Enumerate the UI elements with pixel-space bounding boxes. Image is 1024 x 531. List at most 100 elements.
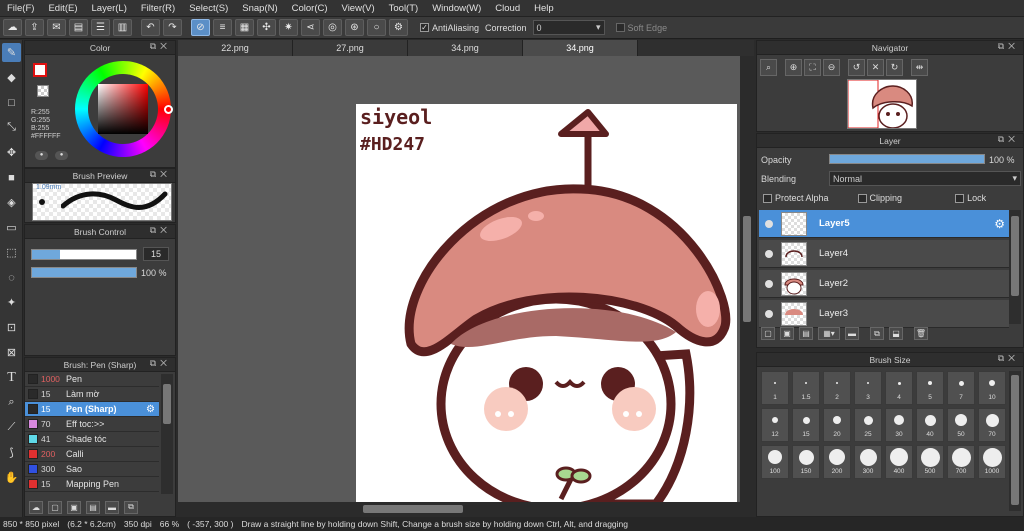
layer-row[interactable]: Layer2 bbox=[759, 270, 1009, 298]
brush-size-preset[interactable]: 400 bbox=[885, 445, 913, 479]
brush-list-item[interactable]: 15 Pen (Sharp) ⚙ bbox=[25, 402, 159, 417]
navigator-thumbnail[interactable] bbox=[847, 79, 917, 129]
brush-size-preset[interactable]: 150 bbox=[792, 445, 820, 479]
lasso-tool-icon[interactable]: ◌ bbox=[2, 268, 21, 287]
background-color-swatch[interactable] bbox=[37, 85, 49, 97]
panel-float-close-icon[interactable]: ⧉✕ bbox=[998, 41, 1019, 52]
visibility-eye-icon[interactable] bbox=[765, 279, 773, 288]
snap-cross-icon[interactable]: ✣ bbox=[257, 19, 276, 36]
brush-list-item[interactable]: 41 Shade tóc bbox=[25, 432, 159, 447]
menu-item-viewv[interactable]: View(V) bbox=[335, 0, 382, 17]
canvas-horizontal-scrollbar[interactable] bbox=[178, 502, 740, 516]
clipping-checkbox[interactable] bbox=[857, 193, 867, 203]
brush-size-preset[interactable]: 1.5 bbox=[792, 371, 820, 405]
menu-item-windoww[interactable]: Window(W) bbox=[425, 0, 488, 17]
brush-tool-icon[interactable]: ✎ bbox=[2, 43, 21, 62]
move-tool-icon[interactable]: ✥ bbox=[2, 143, 21, 162]
protect-alpha-checkbox[interactable] bbox=[763, 193, 772, 203]
object-tool-icon[interactable]: ⤡ bbox=[2, 118, 21, 137]
tab-2[interactable]: 27.png bbox=[293, 40, 408, 56]
new-halftone-layer-icon[interactable]: ▣ bbox=[780, 327, 794, 340]
snap-off-icon[interactable]: ⊘ bbox=[191, 19, 210, 36]
gradient-tool-icon[interactable]: ▭ bbox=[2, 218, 21, 237]
rotate-right-icon[interactable]: ↻ bbox=[886, 58, 903, 76]
brush-opacity-slider[interactable] bbox=[31, 267, 137, 278]
panel-float-close-icon[interactable]: ⧉✕ bbox=[150, 358, 171, 369]
brush-size-preset[interactable]: 500 bbox=[916, 445, 944, 479]
brush-size-preset[interactable]: 10 bbox=[978, 371, 1006, 405]
export-icon[interactable]: ⇪ bbox=[25, 19, 44, 36]
panel-float-close-icon[interactable]: ⧉✕ bbox=[998, 134, 1019, 145]
cloud-icon[interactable]: ☁ bbox=[3, 19, 22, 36]
divide-tool-icon[interactable]: ⟋ bbox=[2, 418, 21, 437]
zoom-out-icon[interactable]: ⊖ bbox=[823, 58, 840, 76]
select-pen-icon[interactable]: ⊡ bbox=[2, 318, 21, 337]
blending-select[interactable]: Normal ▾ bbox=[829, 171, 1021, 186]
reset-view-icon[interactable]: ✕ bbox=[867, 58, 884, 76]
layer-row[interactable]: Layer3 bbox=[759, 300, 1009, 328]
snap-radial-icon[interactable]: ✷ bbox=[279, 19, 298, 36]
snap-curve-icon[interactable]: ⊛ bbox=[345, 19, 364, 36]
brush-size-preset[interactable]: 20 bbox=[823, 408, 851, 442]
brush-size-preset[interactable]: 12 bbox=[761, 408, 789, 442]
brush-size-preset[interactable]: 25 bbox=[854, 408, 882, 442]
brush-size-preset[interactable]: 300 bbox=[854, 445, 882, 479]
new-brush-icon[interactable]: ▢ bbox=[48, 500, 62, 514]
panel-float-close-icon[interactable]: ⧉✕ bbox=[998, 353, 1019, 364]
gear-icon[interactable]: ⚙ bbox=[994, 217, 1005, 231]
zoom-in-icon[interactable]: ⊕ bbox=[785, 58, 802, 76]
brush-list-item[interactable]: 200 Calli bbox=[25, 447, 159, 462]
tab-4[interactable]: 34.png bbox=[523, 40, 638, 56]
brush-list-item[interactable]: 300 Sao bbox=[25, 462, 159, 477]
antialiasing-checkbox[interactable]: ✓ bbox=[420, 23, 429, 32]
page-icon[interactable]: ▥ bbox=[113, 19, 132, 36]
brush-size-preset[interactable]: 200 bbox=[823, 445, 851, 479]
flip-icon[interactable]: ⇹ bbox=[911, 58, 928, 76]
menu-item-cloud[interactable]: Cloud bbox=[488, 0, 527, 17]
correction-select[interactable]: 0 ▾ bbox=[532, 20, 605, 35]
menu-item-edite[interactable]: Edit(E) bbox=[41, 0, 84, 17]
brush-size-preset[interactable]: 700 bbox=[947, 445, 975, 479]
menu-item-selects[interactable]: Select(S) bbox=[182, 0, 235, 17]
redo-icon[interactable]: ↷ bbox=[163, 19, 182, 36]
hue-knob[interactable] bbox=[164, 105, 173, 114]
brush-size-scrollbar[interactable] bbox=[1009, 371, 1021, 511]
panel-float-close-icon[interactable]: ⧉✕ bbox=[150, 41, 171, 52]
hand-tool-icon[interactable]: ✋ bbox=[2, 468, 21, 487]
delete-layer-icon[interactable]: 🗑 bbox=[914, 327, 928, 340]
eraser-tool-icon[interactable]: ◆ bbox=[2, 68, 21, 87]
soft-edge-checkbox[interactable] bbox=[615, 23, 625, 32]
layer-row[interactable]: Layer5 ⚙ bbox=[759, 210, 1009, 238]
folder-icon[interactable]: ▬ bbox=[105, 500, 119, 514]
panel-float-close-icon[interactable]: ⧉✕ bbox=[150, 169, 171, 180]
tab-3[interactable]: 34.png bbox=[408, 40, 523, 56]
brush-list-item[interactable]: 1000 Pen bbox=[25, 372, 159, 387]
rotate-left-icon[interactable]: ↺ bbox=[848, 58, 865, 76]
saturation-value-square[interactable] bbox=[98, 84, 148, 134]
copy-brush-icon[interactable]: ▤ bbox=[86, 500, 100, 514]
visibility-eye-icon[interactable] bbox=[765, 219, 773, 228]
menu-item-help[interactable]: Help bbox=[527, 0, 561, 17]
text-tool-icon[interactable]: T bbox=[2, 368, 21, 387]
lock-checkbox[interactable] bbox=[955, 193, 965, 203]
snap-parallel-icon[interactable]: ≡ bbox=[213, 19, 232, 36]
select-eraser-icon[interactable]: ⊠ bbox=[2, 343, 21, 362]
brush-size-slider[interactable] bbox=[31, 249, 137, 260]
menu-item-toolt[interactable]: Tool(T) bbox=[382, 0, 426, 17]
brush-size-preset[interactable]: 50 bbox=[947, 408, 975, 442]
color-wheel[interactable] bbox=[75, 61, 173, 157]
panel-float-close-icon[interactable]: ⧉✕ bbox=[150, 225, 171, 236]
eyedropper-icon[interactable]: ⟆ bbox=[2, 443, 21, 462]
zoom-icon[interactable]: ⌕ bbox=[760, 58, 777, 76]
brush-size-preset[interactable]: 2 bbox=[823, 371, 851, 405]
color-palette-icon[interactable]: ● bbox=[55, 151, 68, 160]
menu-item-filef[interactable]: File(F) bbox=[0, 0, 41, 17]
menu-item-layerl[interactable]: Layer(L) bbox=[85, 0, 134, 17]
foreground-color-swatch[interactable] bbox=[33, 63, 47, 77]
menu-item-snapn[interactable]: Snap(N) bbox=[235, 0, 284, 17]
snap-vanishing-icon[interactable]: ⋖ bbox=[301, 19, 320, 36]
brush-list-item[interactable]: 15 Làm mờ bbox=[25, 387, 159, 402]
gear-icon[interactable]: ⚙ bbox=[146, 404, 155, 415]
brush-list-scrollbar[interactable] bbox=[161, 374, 173, 494]
add-brush-icon[interactable]: ▣ bbox=[67, 500, 81, 514]
